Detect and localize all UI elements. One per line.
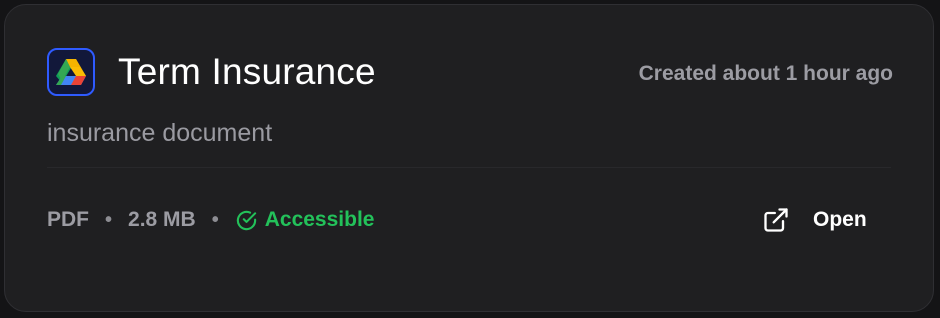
open-button[interactable]: Open bbox=[750, 199, 879, 241]
file-meta: PDF • 2.8 MB • Accessible bbox=[47, 205, 374, 235]
file-description: insurance document bbox=[47, 119, 273, 147]
external-link-icon bbox=[764, 208, 788, 232]
file-type: PDF bbox=[47, 208, 89, 231]
file-title: Term Insurance bbox=[118, 51, 376, 92]
separator-dot: • bbox=[211, 208, 219, 231]
google-drive-icon bbox=[47, 48, 95, 96]
check-circle-icon bbox=[236, 210, 256, 230]
separator-dot: • bbox=[105, 208, 113, 231]
created-timestamp: Created about 1 hour ago bbox=[638, 62, 893, 85]
file-card: Term Insurance Created about 1 hour ago … bbox=[4, 4, 934, 312]
open-button-label: Open bbox=[813, 208, 867, 231]
status-label: Accessible bbox=[264, 208, 375, 231]
divider bbox=[47, 167, 891, 168]
file-size: 2.8 MB bbox=[128, 208, 196, 231]
status-badge: Accessible bbox=[235, 208, 375, 232]
